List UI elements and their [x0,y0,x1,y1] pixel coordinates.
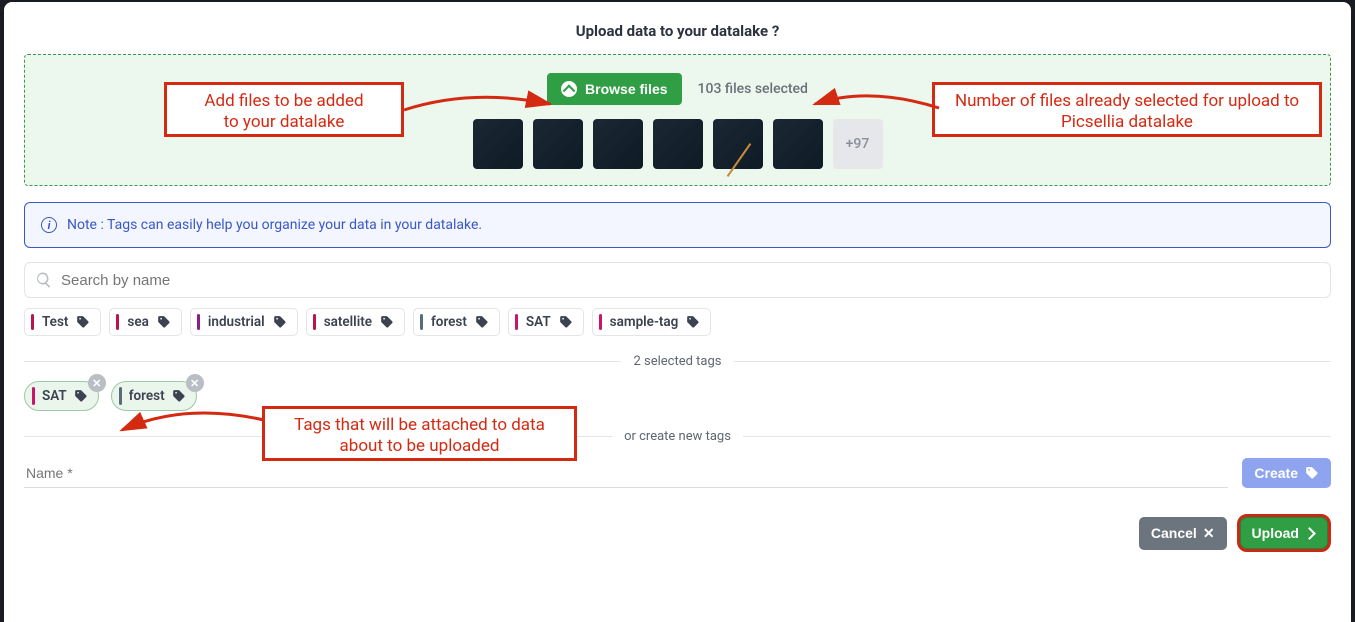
tag-bar [116,314,119,330]
tag-chip[interactable]: Test [24,308,101,336]
selected-tags-row: SAT ✕ forest ✕ [24,381,1331,411]
annotation-files-count: Number of files already selected for upl… [932,82,1322,137]
tag-bar [599,314,602,330]
tag-label: sample-tag [610,314,679,330]
selected-tags-count: 2 selected tags [621,354,733,369]
upload-modal: Upload data to your datalake ? Browse fi… [4,2,1351,622]
tag-icon [76,315,90,329]
create-tag-button[interactable]: Create [1242,458,1331,488]
tag-icon [273,315,287,329]
tag-label: satellite [324,314,372,330]
thumbnail[interactable] [713,119,763,169]
tag-chip[interactable]: sample-tag [592,308,712,336]
annotation-tags-attached: Tags that will be attached to data about… [262,406,577,461]
tag-label: forest [431,314,467,330]
tag-icon [686,315,700,329]
create-tags-divider: or create new tags [24,429,1331,444]
note-banner: i Note : Tags can easily help you organi… [24,202,1331,248]
files-selected-text: 103 files selected [698,81,808,97]
tag-label: Test [42,314,68,330]
upload-button[interactable]: Upload [1237,514,1331,552]
tag-icon [559,315,573,329]
tag-label: forest [129,388,165,404]
tag-label: SAT [526,314,551,330]
cancel-label: Cancel [1151,525,1197,541]
tag-label: sea [127,314,148,330]
tag-chip[interactable]: forest [413,308,500,336]
chevron-right-icon [1305,525,1314,541]
browse-row: Browse files 103 files selected [547,73,808,105]
tag-icon [157,315,171,329]
modal-footer: Cancel ✕ Upload [24,514,1331,552]
search-wrap [24,262,1331,298]
tag-icon [74,389,88,403]
create-tag-label: Create [1254,465,1298,481]
remove-tag-icon[interactable]: ✕ [88,374,106,392]
tag-bar [313,314,316,330]
tag-icon [172,389,186,403]
search-icon [35,271,53,289]
tags-row: Test sea industrial satellite forest [24,308,1331,336]
tag-icon [380,315,394,329]
create-tag-row: Create [24,458,1331,488]
note-text: Note : Tags can easily help you organize… [67,217,482,233]
tag-icon [475,315,489,329]
tag-chip[interactable]: industrial [190,308,298,336]
tag-label: SAT [42,388,67,404]
browse-files-label: Browse files [585,81,667,97]
selected-tag-chip[interactable]: SAT ✕ [24,381,99,411]
thumbnail-row: +97 [473,119,883,169]
tag-chip[interactable]: sea [109,308,181,336]
tag-name-input[interactable] [24,459,1228,488]
tag-icon [1305,466,1319,480]
tag-label: industrial [208,314,265,330]
annotation-add-files: Add files to be added to your datalake [164,82,404,137]
search-input[interactable] [61,272,1320,289]
tag-bar [119,387,122,405]
tag-bar [197,314,200,330]
thumbnail[interactable] [533,119,583,169]
thumbnail[interactable] [473,119,523,169]
tag-bar [515,314,518,330]
tag-bar [420,314,423,330]
browse-files-button[interactable]: Browse files [547,73,681,105]
selected-tags-divider: 2 selected tags [24,354,1331,369]
create-tags-label: or create new tags [612,429,743,444]
thumbnail[interactable] [773,119,823,169]
cancel-button[interactable]: Cancel ✕ [1139,517,1227,550]
remove-tag-icon[interactable]: ✕ [186,374,204,392]
tag-chip[interactable]: satellite [306,308,405,336]
thumbnail-more[interactable]: +97 [833,119,883,169]
tag-bar [32,387,35,405]
modal-title: Upload data to your datalake ? [24,22,1331,40]
tag-chip[interactable]: SAT [508,308,584,336]
close-icon: ✕ [1203,525,1215,542]
tag-bar [31,314,34,330]
selected-tag-chip[interactable]: forest ✕ [111,381,197,411]
thumbnail[interactable] [653,119,703,169]
info-icon: i [41,217,57,233]
upload-label: Upload [1252,525,1299,541]
upload-icon [561,81,577,97]
thumbnail[interactable] [593,119,643,169]
